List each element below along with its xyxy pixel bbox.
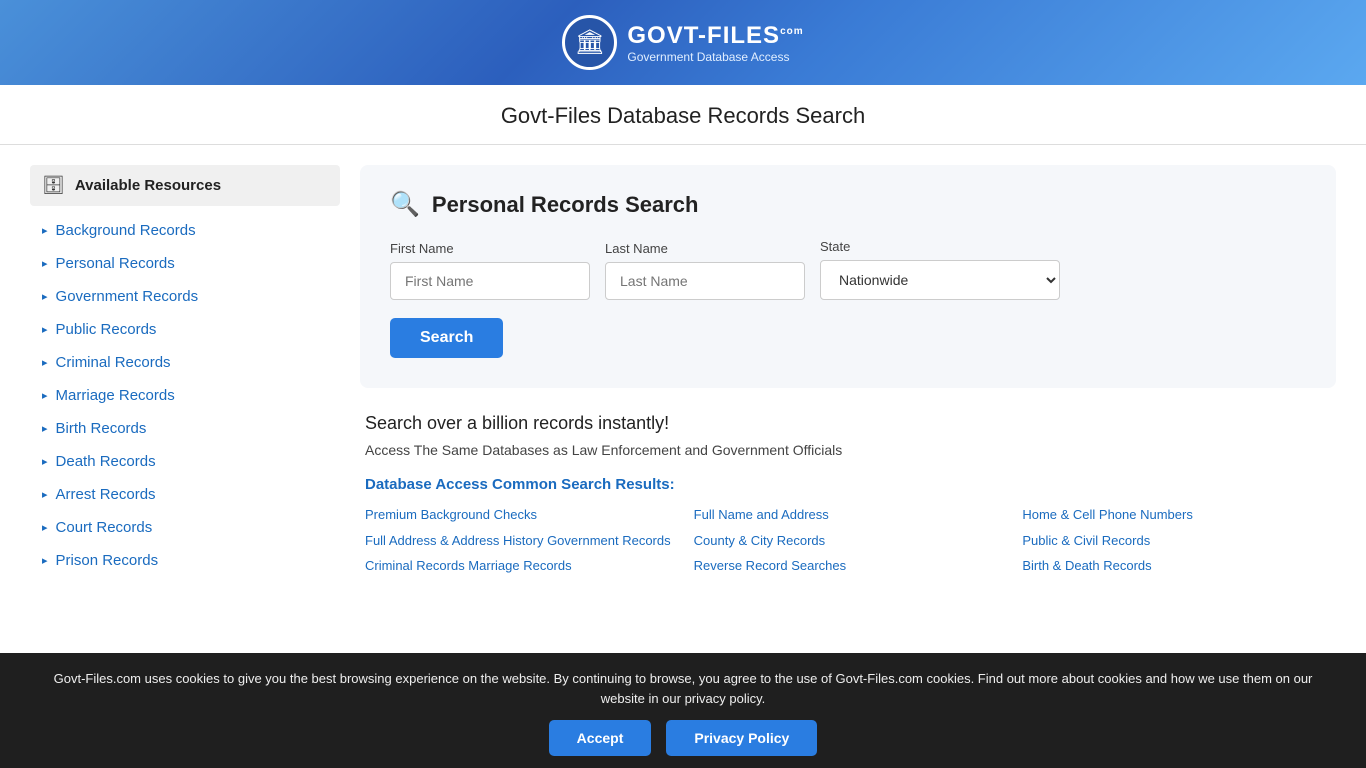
database-icon: 🗄 bbox=[42, 175, 65, 196]
info-subtext: Access The Same Databases as Law Enforce… bbox=[365, 442, 1331, 458]
db-link-county-city[interactable]: County & City Records bbox=[694, 531, 1003, 551]
sidebar: 🗄 Available Resources ▸ Background Recor… bbox=[30, 165, 340, 577]
db-link-phone-numbers[interactable]: Home & Cell Phone Numbers bbox=[1022, 505, 1331, 525]
info-headline: Search over a billion records instantly! bbox=[365, 413, 1331, 434]
search-box-title: 🔍 Personal Records Search bbox=[390, 190, 1306, 219]
sidebar-item-death-records[interactable]: ▸ Death Records bbox=[30, 445, 340, 478]
search-icon: 🔍 bbox=[390, 190, 420, 219]
chevron-right-icon: ▸ bbox=[42, 422, 48, 435]
chevron-right-icon: ▸ bbox=[42, 290, 48, 303]
chevron-right-icon: ▸ bbox=[42, 323, 48, 336]
sidebar-item-background-records[interactable]: ▸ Background Records bbox=[30, 214, 340, 247]
db-link-civil-records[interactable]: Public & Civil Records bbox=[1022, 531, 1331, 551]
chevron-right-icon: ▸ bbox=[42, 356, 48, 369]
sidebar-item-government-records[interactable]: ▸ Government Records bbox=[30, 280, 340, 313]
chevron-right-icon: ▸ bbox=[42, 488, 48, 501]
site-header: 🏛 GOVT-FILEScom Government Database Acce… bbox=[0, 0, 1366, 85]
sidebar-item-arrest-records[interactable]: ▸ Arrest Records bbox=[30, 478, 340, 511]
sidebar-item-criminal-records[interactable]: ▸ Criminal Records bbox=[30, 346, 340, 379]
last-name-group: Last Name bbox=[605, 241, 805, 300]
state-label: State bbox=[820, 239, 1060, 254]
logo-text: GOVT-FILEScom Government Database Access bbox=[627, 22, 803, 64]
accept-button[interactable]: Accept bbox=[549, 720, 652, 756]
search-button[interactable]: Search bbox=[390, 318, 503, 358]
db-access-title: Database Access Common Search Results: bbox=[365, 476, 1331, 493]
db-link-birth-death[interactable]: Birth & Death Records bbox=[1022, 556, 1331, 576]
sidebar-item-court-records[interactable]: ▸ Court Records bbox=[30, 511, 340, 544]
sidebar-item-marriage-records[interactable]: ▸ Marriage Records bbox=[30, 379, 340, 412]
cookie-bar: Govt-Files.com uses cookies to give you … bbox=[0, 653, 1366, 768]
search-box: 🔍 Personal Records Search First Name Las… bbox=[360, 165, 1336, 388]
sidebar-item-personal-records[interactable]: ▸ Personal Records bbox=[30, 247, 340, 280]
privacy-policy-button[interactable]: Privacy Policy bbox=[666, 720, 817, 756]
page-title: Govt-Files Database Records Search bbox=[0, 103, 1366, 129]
db-link-premium-background[interactable]: Premium Background Checks bbox=[365, 505, 674, 525]
sidebar-item-public-records[interactable]: ▸ Public Records bbox=[30, 313, 340, 346]
sidebar-item-prison-records[interactable]: ▸ Prison Records bbox=[30, 544, 340, 577]
chevron-right-icon: ▸ bbox=[42, 455, 48, 468]
db-link-reverse-search[interactable]: Reverse Record Searches bbox=[694, 556, 1003, 576]
state-select[interactable]: NationwideAlabamaAlaskaArizonaArkansasCa… bbox=[820, 260, 1060, 300]
logo-icon: 🏛 bbox=[562, 15, 617, 70]
db-link-criminal-marriage[interactable]: Criminal Records Marriage Records bbox=[365, 556, 674, 576]
logo: 🏛 GOVT-FILEScom Government Database Acce… bbox=[562, 15, 803, 70]
logo-title: GOVT-FILEScom bbox=[627, 22, 803, 50]
main-layout: 🗄 Available Resources ▸ Background Recor… bbox=[0, 145, 1366, 597]
chevron-right-icon: ▸ bbox=[42, 554, 48, 567]
page-title-bar: Govt-Files Database Records Search bbox=[0, 85, 1366, 145]
chevron-right-icon: ▸ bbox=[42, 389, 48, 402]
state-group: State NationwideAlabamaAlaskaArizonaArka… bbox=[820, 239, 1060, 300]
first-name-group: First Name bbox=[390, 241, 590, 300]
db-link-address-history[interactable]: Full Address & Address History Governmen… bbox=[365, 531, 674, 551]
sidebar-item-birth-records[interactable]: ▸ Birth Records bbox=[30, 412, 340, 445]
sidebar-header-label: Available Resources bbox=[75, 177, 221, 194]
content-area: 🔍 Personal Records Search First Name Las… bbox=[360, 165, 1336, 577]
db-links-grid: Premium Background Checks Full Name and … bbox=[365, 505, 1331, 576]
last-name-input[interactable] bbox=[605, 262, 805, 300]
cookie-text: Govt-Files.com uses cookies to give you … bbox=[40, 669, 1326, 708]
last-name-label: Last Name bbox=[605, 241, 805, 256]
first-name-input[interactable] bbox=[390, 262, 590, 300]
first-name-label: First Name bbox=[390, 241, 590, 256]
logo-subtitle: Government Database Access bbox=[627, 50, 803, 64]
cookie-buttons: Accept Privacy Policy bbox=[40, 720, 1326, 756]
chevron-right-icon: ▸ bbox=[42, 521, 48, 534]
sidebar-header: 🗄 Available Resources bbox=[30, 165, 340, 206]
chevron-right-icon: ▸ bbox=[42, 257, 48, 270]
chevron-right-icon: ▸ bbox=[42, 224, 48, 237]
db-link-full-name[interactable]: Full Name and Address bbox=[694, 505, 1003, 525]
search-fields: First Name Last Name State NationwideAla… bbox=[390, 239, 1306, 300]
info-section: Search over a billion records instantly!… bbox=[360, 413, 1336, 576]
